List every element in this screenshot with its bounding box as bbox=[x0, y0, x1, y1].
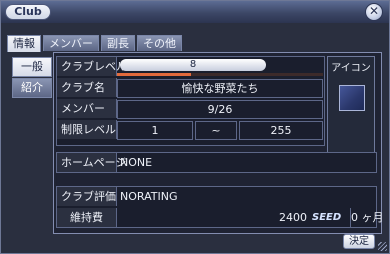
limit-label: 制限レベル bbox=[57, 120, 117, 139]
tab-bar: 情報 メンバー 副長 その他 bbox=[7, 35, 182, 52]
tab-info[interactable]: 情報 bbox=[7, 35, 41, 52]
upkeep-amount: 2400 bbox=[279, 211, 307, 224]
level-label: クラブレベル bbox=[57, 57, 127, 76]
tab-vice-leader[interactable]: 副長 bbox=[101, 35, 135, 51]
ok-button[interactable]: 決定 bbox=[343, 234, 375, 249]
title-bar[interactable]: Club ✕ bbox=[1, 1, 389, 23]
members-value: 9/26 bbox=[117, 100, 323, 119]
close-icon[interactable]: ✕ bbox=[365, 3, 383, 21]
limit-max-value: 255 bbox=[239, 121, 323, 140]
side-tab-introduction[interactable]: 紹介 bbox=[12, 78, 52, 98]
xp-bar bbox=[117, 73, 323, 76]
club-window: Club ✕ 情報 メンバー 副長 その他 一般 紹介 クラブレベル クラブ名 … bbox=[0, 0, 390, 254]
name-label: クラブ名 bbox=[57, 78, 117, 97]
icon-label: アイコン bbox=[331, 63, 371, 74]
side-tab-general[interactable]: 一般 bbox=[12, 57, 52, 77]
homepage-row: ホームページ NONE bbox=[56, 152, 377, 173]
club-name-value: 愉快な野菜たち bbox=[117, 79, 323, 98]
xp-bar-fill bbox=[117, 73, 192, 76]
upkeep-label: 維持費 bbox=[57, 208, 117, 227]
limit-separator: ~ bbox=[195, 121, 237, 140]
tab-other[interactable]: その他 bbox=[137, 35, 182, 51]
club-emblem-icon[interactable] bbox=[339, 85, 365, 111]
upkeep-months: 0 ヶ月 bbox=[350, 208, 384, 227]
tab-members[interactable]: メンバー bbox=[43, 35, 99, 51]
limit-min-value: 1 bbox=[117, 121, 193, 140]
seed-currency-label: SEED bbox=[312, 212, 342, 223]
window-title: Club bbox=[5, 4, 51, 20]
homepage-value[interactable]: NONE bbox=[120, 153, 152, 172]
rating-label: クラブ評価 bbox=[57, 187, 117, 206]
members-label: メンバー bbox=[57, 99, 117, 118]
resize-grip-icon[interactable] bbox=[378, 242, 387, 251]
rating-upkeep-table: クラブ評価 NORATING 維持費 2400 SEED 0 ヶ月 bbox=[56, 186, 384, 228]
club-level-value: 8 bbox=[120, 59, 266, 71]
homepage-label: ホームページ bbox=[57, 153, 126, 172]
rating-value: NORATING bbox=[120, 190, 178, 203]
